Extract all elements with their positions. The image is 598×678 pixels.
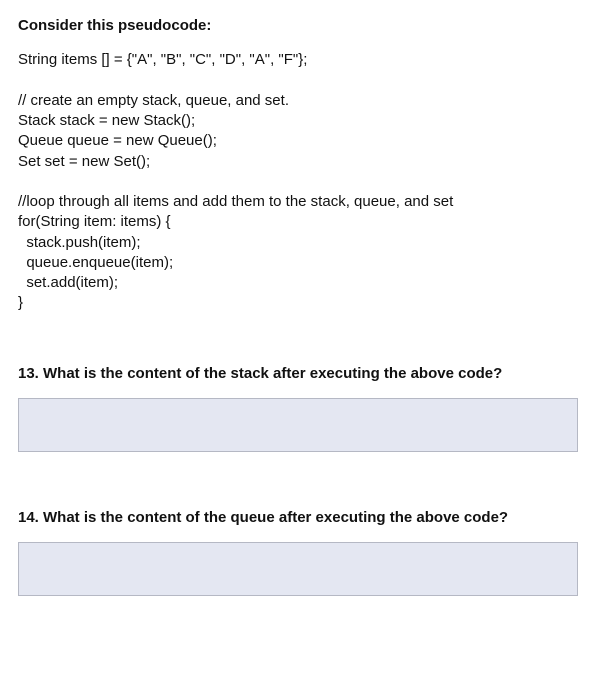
code-line: String items [] = {"A", "B", "C", "D", "… — [18, 51, 307, 68]
question-14-block: 14. What is the content of the queue aft… — [18, 508, 580, 633]
question-14-text: 14. What is the content of the queue aft… — [18, 508, 580, 528]
q14-suffix: after executing the above code? — [275, 509, 508, 526]
question-13-block: 13. What is the content of the stack aft… — [18, 364, 580, 489]
q13-prefix: 13. What is the content of the — [18, 365, 231, 382]
q13-suffix: after executing the above code? — [269, 365, 502, 382]
code-line: Queue queue = new Queue(); — [18, 132, 217, 149]
pseudocode-block: String items [] = {"A", "B", "C", "D", "… — [18, 50, 580, 313]
code-line: queue.enqueue(item); — [18, 254, 173, 271]
code-line: set.add(item); — [18, 274, 118, 291]
answer-input-14[interactable] — [18, 542, 578, 596]
question-13-text: 13. What is the content of the stack aft… — [18, 364, 580, 384]
code-line: Stack stack = new Stack(); — [18, 112, 195, 129]
answer-input-13[interactable] — [18, 398, 578, 452]
q14-bold: queue — [231, 509, 275, 526]
code-line: // create an empty stack, queue, and set… — [18, 92, 289, 109]
code-line: } — [18, 294, 23, 311]
q13-bold: stack — [231, 365, 269, 382]
code-line: for(String item: items) { — [18, 213, 171, 230]
code-line: Set set = new Set(); — [18, 153, 150, 170]
code-line: stack.push(item); — [18, 234, 141, 251]
q14-prefix: 14. What is the content of the — [18, 509, 231, 526]
worksheet-page: Consider this pseudocode: String items [… — [0, 0, 598, 678]
code-line: //loop through all items and add them to… — [18, 193, 453, 210]
intro-text: Consider this pseudocode: — [18, 16, 580, 36]
